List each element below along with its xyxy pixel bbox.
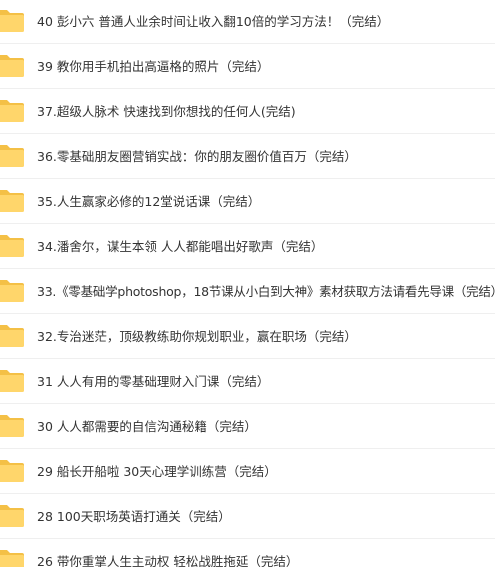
file-row[interactable]: 37.超级人脉术 快速找到你想找的任何人(完结) — [0, 89, 495, 134]
file-name[interactable]: 40 彭小六 普通人业余时间让收入翻10倍的学习方法！（完结） — [37, 0, 389, 44]
file-name[interactable]: 37.超级人脉术 快速找到你想找的任何人(完结) — [37, 89, 296, 134]
file-row[interactable]: 34.潘舍尔，谋生本领 人人都能唱出好歌声（完结） — [0, 224, 495, 269]
file-name[interactable]: 32.专治迷茫，顶级教练助你规划职业，赢在职场（完结） — [37, 314, 357, 359]
file-row[interactable]: 40 彭小六 普通人业余时间让收入翻10倍的学习方法！（完结） — [0, 0, 495, 44]
folder-icon — [0, 325, 26, 347]
file-name[interactable]: 30 人人都需要的自信沟通秘籍（完结） — [37, 404, 257, 449]
folder-icon — [0, 505, 26, 527]
file-name[interactable]: 34.潘舍尔，谋生本领 人人都能唱出好歌声（完结） — [37, 224, 323, 269]
folder-icon — [0, 145, 26, 167]
folder-icon — [0, 415, 26, 437]
folder-icon — [0, 55, 26, 77]
file-row[interactable]: 30 人人都需要的自信沟通秘籍（完结） — [0, 404, 495, 449]
file-row[interactable]: 31 人人有用的零基础理财入门课（完结） — [0, 359, 495, 404]
file-row[interactable]: 33.《零基础学photoshop，18节课从小白到大神》素材获取方法请看先导课… — [0, 269, 495, 314]
file-row[interactable]: 36.零基础朋友圈营销实战：你的朋友圈价值百万（完结） — [0, 134, 495, 179]
file-row[interactable]: 26 带你重掌人生主动权 轻松战胜拖延（完结） — [0, 539, 495, 567]
folder-icon — [0, 235, 26, 257]
file-row[interactable]: 28 100天职场英语打通关（完结） — [0, 494, 495, 539]
folder-icon — [0, 190, 26, 212]
folder-icon — [0, 550, 26, 567]
file-name[interactable]: 26 带你重掌人生主动权 轻松战胜拖延（完结） — [37, 539, 298, 567]
folder-icon — [0, 370, 26, 392]
file-name[interactable]: 29 船长开船啦 30天心理学训练营（完结） — [37, 449, 277, 494]
file-row[interactable]: 39 教你用手机拍出高逼格的照片（完结） — [0, 44, 495, 89]
file-name[interactable]: 31 人人有用的零基础理财入门课（完结） — [37, 359, 269, 404]
file-name[interactable]: 33.《零基础学photoshop，18节课从小白到大神》素材获取方法请看先导课… — [37, 269, 495, 314]
file-row[interactable]: 32.专治迷茫，顶级教练助你规划职业，赢在职场（完结） — [0, 314, 495, 359]
file-name[interactable]: 36.零基础朋友圈营销实战：你的朋友圈价值百万（完结） — [37, 134, 357, 179]
file-row[interactable]: 35.人生赢家必修的12堂说话课（完结） — [0, 179, 495, 224]
folder-icon — [0, 100, 26, 122]
file-name[interactable]: 28 100天职场英语打通关（完结） — [37, 494, 231, 539]
file-name[interactable]: 35.人生赢家必修的12堂说话课（完结） — [37, 179, 260, 224]
folder-icon — [0, 10, 26, 32]
folder-icon — [0, 280, 26, 302]
file-row[interactable]: 29 船长开船啦 30天心理学训练营（完结） — [0, 449, 495, 494]
file-list: 40 彭小六 普通人业余时间让收入翻10倍的学习方法！（完结） 39 教你用手机… — [0, 0, 495, 567]
folder-icon — [0, 460, 26, 482]
file-name[interactable]: 39 教你用手机拍出高逼格的照片（完结） — [37, 44, 269, 89]
